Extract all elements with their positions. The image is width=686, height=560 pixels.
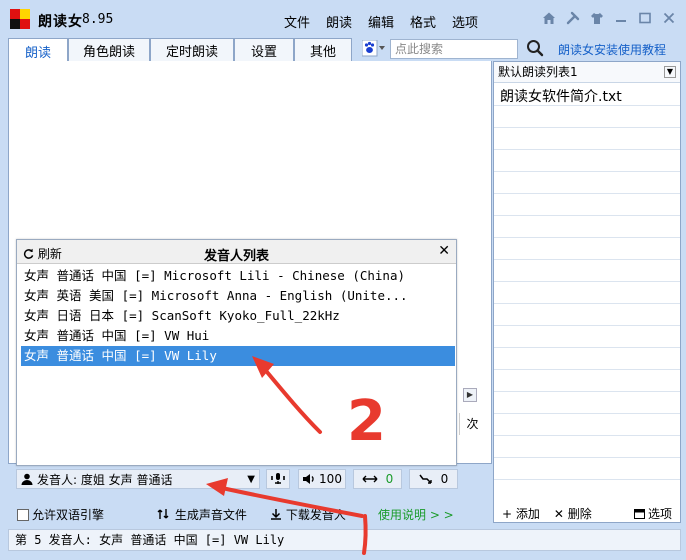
menu-options[interactable]: 选项 [452,12,494,31]
voice-list-popup: 刷新 发音人列表 ✕ 女声 普通话 中国 [=] Microsoft Lili … [16,239,457,466]
search-icon[interactable] [526,38,544,58]
popup-header: 刷新 发音人列表 ✕ [17,240,456,264]
pitch-value: 0 [440,472,449,486]
app-logo-icon [10,9,30,29]
speed-control[interactable]: 0 [353,469,402,489]
playlist-list [494,84,680,492]
microphone-wave-icon [271,473,285,484]
convert-icon [157,509,169,519]
download-icon [271,509,281,520]
tab-role-read[interactable]: 角色朗读 [68,38,150,62]
playlist-toolbar: + 添加 ✕ 删除 选项 [494,503,680,523]
next-button[interactable]: 次 [459,413,485,435]
chevron-down-icon[interactable]: ▼ [664,66,676,78]
popup-title: 发音人列表 [203,249,269,264]
status-bar: 第 5 发音人: 女声 普通话 中国 [=] VW Lily [8,529,681,551]
paw-search-engine-icon[interactable] [361,39,386,58]
voice-item[interactable]: 女声 普通话 中国 [=] VW Hui [21,326,455,346]
app-version: 8.95 [82,12,114,27]
tools-icon[interactable] [564,8,582,28]
close-icon[interactable]: ✕ [438,243,450,259]
menu-format[interactable]: 格式 [410,12,452,31]
search-input[interactable]: 点此搜索 [390,39,518,59]
tab-other[interactable]: 其他 [294,38,352,62]
close-icon[interactable] [660,8,678,28]
tab-settings[interactable]: 设置 [234,38,294,62]
voice-item[interactable]: 女声 普通话 中国 [=] Microsoft Lili - Chinese (… [21,266,455,286]
playlist-select[interactable]: 默认朗读列表1 ▼ [494,62,680,83]
chevron-down-icon[interactable]: ▼ [247,474,255,485]
volume-control[interactable]: 100 [298,469,346,489]
voice-item[interactable]: 女声 日语 日本 [=] ScanSoft Kyoko_Full_22kHz [21,306,455,326]
maximize-icon[interactable] [636,8,654,28]
user-icon [21,473,33,485]
menu-read[interactable]: 朗读 [326,12,368,31]
voice-item-selected[interactable]: 女声 普通话 中国 [=] VW Lily [21,346,455,366]
window-controls [540,8,678,28]
pitch-curve-icon [419,474,432,484]
usage-link[interactable]: 使用说明 > > [378,506,454,523]
voice-item[interactable]: 女声 英语 美国 [=] Microsoft Anna - English (U… [21,286,455,306]
add-file-button[interactable]: + 添加 [502,505,540,522]
tab-timed-read[interactable]: 定时朗读 [150,38,234,62]
skin-shirt-icon[interactable] [588,8,606,28]
generate-audio-button[interactable]: 生成声音文件 [157,506,247,523]
menu-bar: 文件 朗读 编辑 格式 选项 [284,12,494,31]
tab-read[interactable]: 朗读 [8,38,68,63]
home-icon[interactable] [540,8,558,28]
speed-value: 0 [385,472,394,486]
title-bar: 朗读女 8.95 文件 朗读 编辑 格式 选项 [0,0,686,38]
delete-file-button[interactable]: ✕ 删除 [554,505,592,522]
playlist-panel: 默认朗读列表1 ▼ 朗读女软件简介.txt + 添加 ✕ 删除 选项 [493,61,681,523]
voice-list: 女声 普通话 中国 [=] Microsoft Lili - Chinese (… [21,266,455,366]
speed-arrows-icon [362,475,378,483]
menu-file[interactable]: 文件 [284,12,326,31]
install-guide-link[interactable]: 朗读女安装使用教程 [558,41,666,58]
app-title: 朗读女 [38,14,83,30]
playlist-options-button[interactable]: 选项 [633,505,672,522]
playlist-select-value: 默认朗读列表1 [498,65,578,79]
speaker-select[interactable]: 发音人: 度姐 女声 普通话 ▼ [16,469,260,489]
speaker-value: 发音人: 度姐 女声 普通话 [37,472,173,487]
bilingual-label: 允许双语引擎 [32,508,105,522]
bilingual-checkbox[interactable]: 允许双语引擎 [17,506,104,523]
window-icon [633,508,645,519]
menu-edit[interactable]: 编辑 [368,12,410,31]
pitch-control[interactable]: 0 [409,469,458,489]
scroll-right-arrow-icon[interactable]: ▶ [463,388,477,402]
download-speaker-button[interactable]: 下载发音人 [270,506,346,523]
playlist-item[interactable]: 朗读女软件简介.txt [500,86,622,106]
minimize-icon[interactable] [612,8,630,28]
volume-icon [303,474,314,484]
voice-wave-button[interactable] [266,469,290,489]
checkbox-box[interactable] [17,509,29,521]
volume-value: 100 [319,472,342,486]
